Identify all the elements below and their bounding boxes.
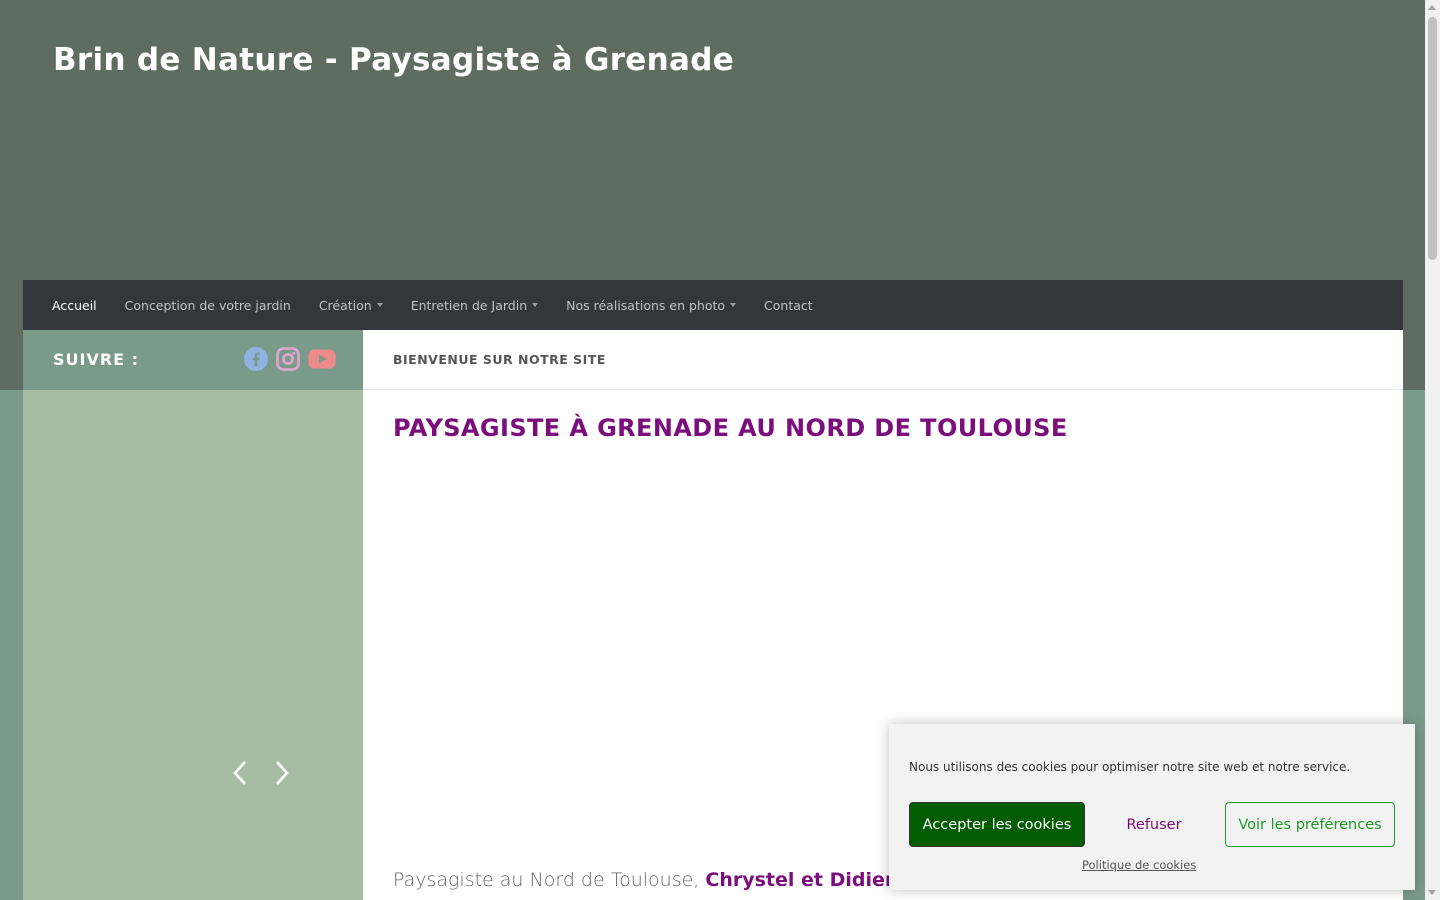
intro-paragraph: Paysagiste au Nord de Toulouse, Chrystel… [393,869,894,891]
nav-item-contact[interactable]: Contact [764,298,813,313]
scroll-down-icon[interactable] [1428,890,1436,895]
page-scrollbar[interactable] [1425,0,1440,900]
page-title: PAYSAGISTE À GRENADE AU NORD DE TOULOUSE [393,414,1068,442]
accept-cookies-button[interactable]: Accepter les cookies [909,802,1085,847]
nav-item-label: Création [318,297,372,313]
scroll-thumb[interactable] [1428,17,1437,260]
main-navigation: Accueil Conception de votre jardin Créat… [23,280,1403,330]
nav-item-label: Accueil [52,297,97,313]
caret-down-icon [532,303,539,307]
site-title[interactable]: Brin de Nature - Paysagiste à Grenade [53,42,734,78]
facebook-icon[interactable] [244,347,268,371]
intro-names: Chrystel et Didier [705,869,895,891]
nav-item-entretien[interactable]: Entretien de Jardin [410,297,539,313]
nav-item-realisations[interactable]: Nos réalisations en photo [566,297,737,313]
nav-item-label: Entretien de Jardin [410,297,528,313]
cookie-policy-link[interactable]: Politique de cookies [1082,858,1196,872]
caret-down-icon [730,303,737,307]
nav-item-label: Conception de votre jardin [124,297,291,313]
cookie-banner: Nous utilisons des cookies pour optimise… [889,724,1415,890]
youtube-icon[interactable] [308,347,336,371]
follow-label: SUIVRE : [53,350,140,369]
page-subtitle: BIENVENUE SUR NOTRE SITE [393,352,606,367]
cookie-message: Nous utilisons des cookies pour optimise… [909,760,1351,774]
refuse-cookies-button[interactable]: Refuser [1101,802,1207,847]
nav-item-label: Contact [764,297,813,313]
nav-item-accueil[interactable]: Accueil [52,298,97,313]
nav-item-creation[interactable]: Création [319,298,383,313]
nav-item-conception[interactable]: Conception de votre jardin [125,298,291,313]
instagram-icon[interactable] [276,347,300,371]
intro-prefix: Paysagiste au Nord de Toulouse, [393,869,706,891]
chevron-right-icon[interactable] [270,758,292,788]
scroll-up-icon[interactable] [1428,5,1436,10]
sidebar-follow-bar: SUIVRE : [23,330,363,390]
nav-item-label: Nos réalisations en photo [566,297,726,313]
view-preferences-button[interactable]: Voir les préférences [1225,802,1395,847]
caret-down-icon [376,303,383,307]
sidebar-slider [23,390,363,900]
page-header-bar: BIENVENUE SUR NOTRE SITE [363,330,1403,390]
chevron-left-icon[interactable] [230,758,252,788]
